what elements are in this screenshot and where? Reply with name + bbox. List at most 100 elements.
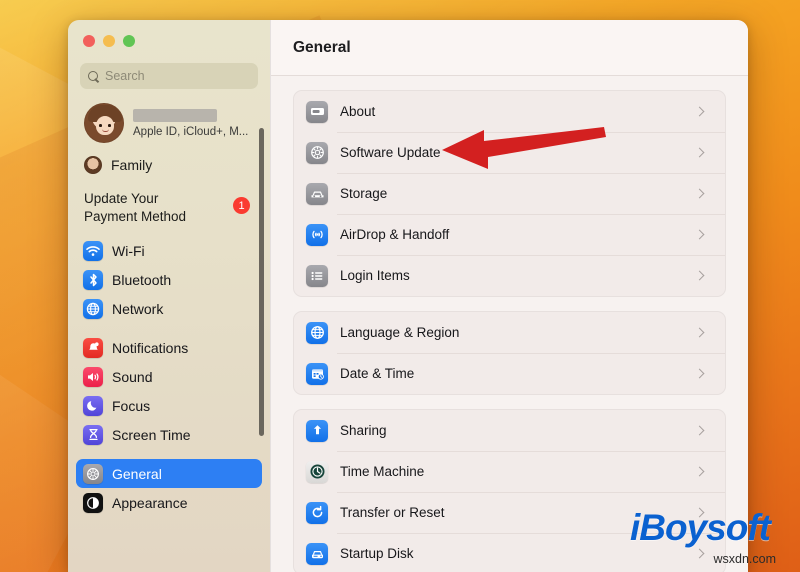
settings-row-label: Sharing [340,423,387,438]
airdrop-icon [306,223,328,246]
bluetooth-icon [83,269,103,290]
calendar-clock-icon [306,362,328,385]
settings-row-label: Startup Disk [340,546,414,561]
sidebar-item-network[interactable]: Network [76,294,262,323]
sidebar-item-wifi[interactable]: Wi-Fi [76,236,262,265]
sidebar-item-label: Bluetooth [112,271,172,288]
sidebar-group-network: Wi-Fi Bluetooth Network [68,236,270,323]
sharing-icon [306,419,328,442]
chevron-right-icon [694,507,705,518]
minimize-button[interactable] [103,35,115,47]
settings-row-time-machine[interactable]: Time Machine [294,451,725,492]
payment-method-text: Update Your Payment Method [84,191,187,225]
hourglass-icon [83,424,103,445]
sidebar-item-focus[interactable]: Focus [76,391,262,420]
sidebar-item-label: Screen Time [112,426,191,443]
disk-icon [306,542,328,565]
avatar-mouth [102,129,109,132]
settings-row-label: Storage [340,186,388,201]
sidebar-item-label: General [112,465,162,482]
chevron-right-icon [694,327,705,338]
sidebar-item-label: Focus [112,397,151,414]
settings-group-2: Language & Region Date & Time [293,311,726,395]
zoom-button[interactable] [123,35,135,47]
settings-row-label: Language & Region [340,325,460,340]
profile-item[interactable]: Apple ID, iCloud+, M... [80,101,258,145]
settings-row-label: Software Update [340,145,441,160]
settings-row-label: Login Items [340,268,410,283]
sidebar-item-family[interactable]: Family [84,154,258,176]
settings-row-storage[interactable]: Storage [294,173,725,214]
profile-subtitle: Apple ID, iCloud+, M... [133,125,249,138]
moon-icon [83,395,103,416]
chevron-right-icon [694,229,705,240]
sidebar-item-bluetooth[interactable]: Bluetooth [76,265,262,294]
chevron-right-icon [694,368,705,379]
sidebar-item-label: Wi-Fi [112,242,145,259]
avatar-eyes [99,124,111,128]
settings-group-1: About Software Update Storage AirDrop & … [293,90,726,297]
settings-row-startup-disk[interactable]: Startup Disk [294,533,725,572]
sidebar-item-label: Network [112,300,164,317]
wifi-icon [83,240,103,261]
mac-icon [306,100,328,123]
settings-row-label: Transfer or Reset [340,505,445,520]
sidebar-scrollbar[interactable] [259,128,264,436]
search-icon [88,70,99,82]
bell-icon [83,337,103,358]
sidebar-item-notifications[interactable]: Notifications [76,333,262,362]
sidebar-group-system: Notifications Sound Focus Screen Time [68,333,270,449]
settings-row-label: Date & Time [340,366,415,381]
settings-group-3: Sharing Time Machine Transfer or Reset S… [293,409,726,572]
settings-row-label: AirDrop & Handoff [340,227,450,242]
speaker-icon [83,366,103,387]
gear-icon [83,463,103,484]
settings-row-label: About [340,104,376,119]
system-settings-window: Search Apple ID, iCloud+, M... Family Up… [68,20,748,572]
sidebar-item-appearance[interactable]: Appearance [76,488,262,517]
sidebar-item-label: Sound [112,368,153,385]
search-input[interactable]: Search [80,63,258,89]
chevron-right-icon [694,270,705,281]
settings-row-date-time[interactable]: Date & Time [294,353,725,394]
settings-row-about[interactable]: About [294,91,725,132]
settings-row-transfer-or-reset[interactable]: Transfer or Reset [294,492,725,533]
main-panel: General About Software Update Storage Ai… [270,20,748,572]
sidebar-item-sound[interactable]: Sound [76,362,262,391]
settings-row-sharing[interactable]: Sharing [294,410,725,451]
sidebar-item-general[interactable]: General [76,459,262,489]
globe-icon [83,298,103,319]
settings-row-label: Time Machine [340,464,425,479]
time-machine-icon [306,460,328,483]
chevron-right-icon [694,188,705,199]
settings-row-airdrop-handoff[interactable]: AirDrop & Handoff [294,214,725,255]
notification-badge: 1 [233,197,250,214]
chevron-right-icon [694,147,705,158]
close-button[interactable] [83,35,95,47]
sidebar: Search Apple ID, iCloud+, M... Family Up… [68,20,270,572]
globe-icon [306,321,328,344]
list-icon [306,264,328,287]
payment-method-notice[interactable]: Update Your Payment Method 1 [84,190,258,226]
main-header: General [271,20,748,76]
reset-icon [306,501,328,524]
contrast-icon [83,492,103,513]
sidebar-item-label: Notifications [112,339,189,356]
chevron-right-icon [694,425,705,436]
storage-icon [306,182,328,205]
settings-row-language-region[interactable]: Language & Region [294,312,725,353]
profile-name-redacted [133,108,217,122]
sidebar-item-screen-time[interactable]: Screen Time [76,420,262,449]
sidebar-item-label: Appearance [112,494,188,511]
settings-row-login-items[interactable]: Login Items [294,255,725,296]
gear-icon [306,141,328,164]
sidebar-item-label: Family [111,157,153,173]
page-title: General [293,38,351,56]
avatar [84,103,124,143]
search-placeholder: Search [105,69,145,83]
family-avatar-icon [84,156,102,174]
settings-row-software-update[interactable]: Software Update [294,132,725,173]
traffic-lights [68,20,270,47]
settings-list: About Software Update Storage AirDrop & … [271,76,748,572]
chevron-right-icon [694,466,705,477]
